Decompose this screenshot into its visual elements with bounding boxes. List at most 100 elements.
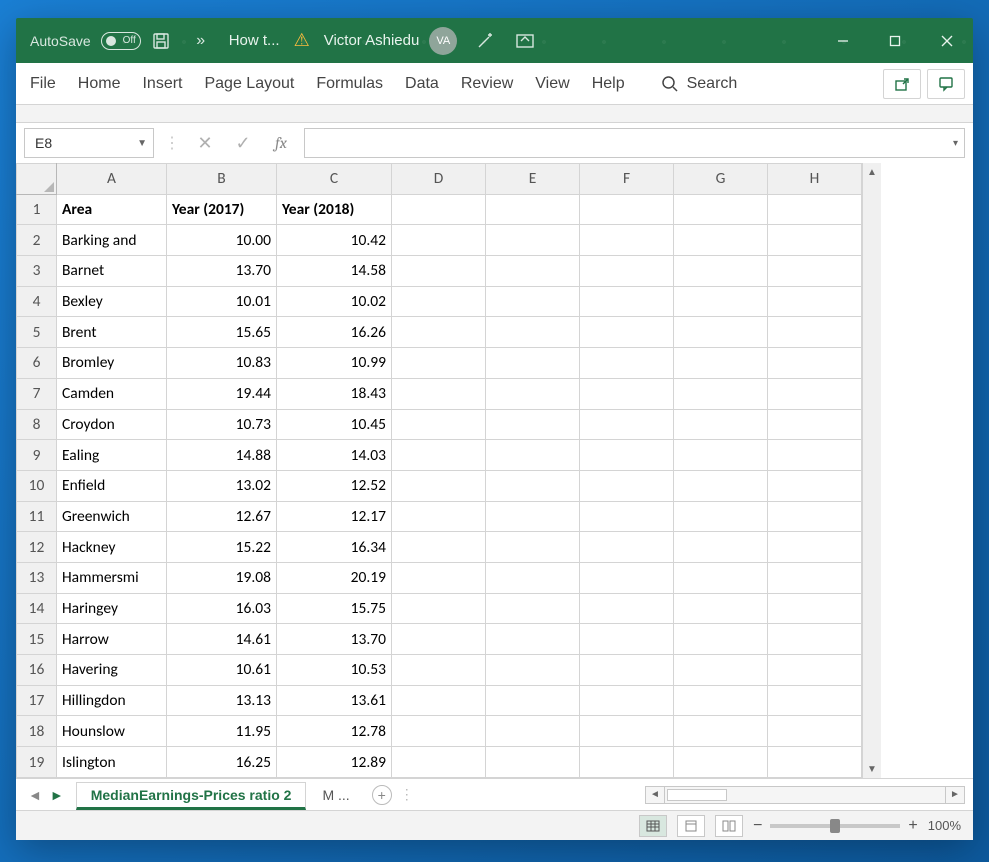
table-row[interactable]: 2Barking and10.0010.42	[17, 225, 862, 256]
sheet-tab-active[interactable]: MedianEarnings-Prices ratio 2	[76, 782, 307, 810]
table-row[interactable]: 16Havering10.6110.53	[17, 655, 862, 686]
row-header[interactable]: 16	[17, 655, 57, 686]
cell[interactable]: 10.99	[277, 348, 392, 379]
cell[interactable]: 10.01	[167, 286, 277, 317]
table-row[interactable]: 3Barnet13.7014.58	[17, 256, 862, 287]
fx-icon[interactable]: fx	[266, 134, 296, 152]
cell[interactable]: 16.03	[167, 593, 277, 624]
enter-formula-icon[interactable]: ✓	[228, 133, 258, 154]
cell[interactable]: 19.08	[167, 562, 277, 593]
scroll-down-icon[interactable]: ▼	[863, 760, 881, 778]
minimize-button[interactable]	[817, 18, 869, 63]
cell[interactable]: 18.43	[277, 378, 392, 409]
cell[interactable]: 10.00	[167, 225, 277, 256]
table-row[interactable]: 5Brent15.6516.26	[17, 317, 862, 348]
tab-review[interactable]: Review	[461, 75, 513, 93]
cell[interactable]: 10.61	[167, 655, 277, 686]
cell[interactable]: 12.89	[277, 747, 392, 778]
cell[interactable]: 14.03	[277, 440, 392, 471]
row-header[interactable]: 6	[17, 348, 57, 379]
col-header[interactable]: H	[768, 164, 862, 195]
tell-me-search[interactable]: Search	[661, 75, 738, 93]
sheet-tab-inactive[interactable]: M ...	[310, 783, 361, 807]
cell[interactable]: 10.83	[167, 348, 277, 379]
tab-view[interactable]: View	[535, 75, 569, 93]
row-header[interactable]: 7	[17, 378, 57, 409]
spreadsheet-grid[interactable]: A B C D E F G H 1 Area Year (2017) Year …	[16, 163, 862, 778]
user-account[interactable]: Victor Ashiedu VA	[324, 27, 458, 55]
cell[interactable]: 15.65	[167, 317, 277, 348]
row-header[interactable]: 4	[17, 286, 57, 317]
warning-icon[interactable]: ⚠	[294, 30, 310, 51]
zoom-level[interactable]: 100%	[928, 818, 961, 833]
cell[interactable]: 13.70	[167, 256, 277, 287]
col-header[interactable]: F	[580, 164, 674, 195]
scroll-thumb[interactable]	[667, 789, 727, 801]
cell[interactable]: 12.52	[277, 470, 392, 501]
more-quickaccess-icon[interactable]: »	[186, 18, 216, 63]
row-header[interactable]: 1	[17, 194, 57, 225]
horizontal-scrollbar[interactable]: ◄ ►	[645, 786, 965, 804]
cell[interactable]: Bromley	[57, 348, 167, 379]
scroll-up-icon[interactable]: ▲	[863, 163, 881, 181]
cell[interactable]: 15.22	[167, 532, 277, 563]
cell[interactable]: Enfield	[57, 470, 167, 501]
table-row[interactable]: 14Haringey16.0315.75	[17, 593, 862, 624]
cell[interactable]: Croydon	[57, 409, 167, 440]
cell[interactable]: Havering	[57, 655, 167, 686]
table-row[interactable]: 12Hackney15.2216.34	[17, 532, 862, 563]
row-header[interactable]: 15	[17, 624, 57, 655]
zoom-out-icon[interactable]: −	[753, 817, 762, 835]
row-header[interactable]: 19	[17, 747, 57, 778]
cell[interactable]: 13.13	[167, 685, 277, 716]
expand-formula-icon[interactable]: ▾	[953, 138, 958, 149]
col-header[interactable]: G	[674, 164, 768, 195]
table-row[interactable]: 6Bromley10.8310.99	[17, 348, 862, 379]
cell[interactable]: Ealing	[57, 440, 167, 471]
table-row[interactable]: 8Croydon10.7310.45	[17, 409, 862, 440]
cell[interactable]: 13.61	[277, 685, 392, 716]
row-header[interactable]: 18	[17, 716, 57, 747]
cell[interactable]: Hillingdon	[57, 685, 167, 716]
col-header[interactable]: A	[57, 164, 167, 195]
cell[interactable]: Barking and	[57, 225, 167, 256]
table-row[interactable]: 15Harrow14.6113.70	[17, 624, 862, 655]
page-break-view-button[interactable]	[715, 815, 743, 837]
row-header[interactable]: 10	[17, 470, 57, 501]
cell[interactable]: 10.73	[167, 409, 277, 440]
cell[interactable]: Brent	[57, 317, 167, 348]
cell[interactable]: Year (2018)	[277, 194, 392, 225]
cancel-formula-icon[interactable]: ✕	[190, 133, 220, 154]
close-button[interactable]	[921, 18, 973, 63]
row-header[interactable]: 5	[17, 317, 57, 348]
cell[interactable]: 13.02	[167, 470, 277, 501]
cell[interactable]: 10.53	[277, 655, 392, 686]
tab-home[interactable]: Home	[78, 75, 121, 93]
table-row[interactable]: 11Greenwich12.6712.17	[17, 501, 862, 532]
cell[interactable]: Islington	[57, 747, 167, 778]
cell[interactable]: Haringey	[57, 593, 167, 624]
scroll-left-icon[interactable]: ◄	[645, 786, 665, 804]
cell[interactable]: 12.17	[277, 501, 392, 532]
row-header[interactable]: 9	[17, 440, 57, 471]
row-header[interactable]: 12	[17, 532, 57, 563]
cell[interactable]: Barnet	[57, 256, 167, 287]
magic-icon[interactable]	[470, 18, 500, 63]
cell[interactable]: 14.88	[167, 440, 277, 471]
table-row[interactable]: 13Hammersmi19.0820.19	[17, 562, 862, 593]
table-row[interactable]: 7Camden19.4418.43	[17, 378, 862, 409]
table-row[interactable]: 10Enfield13.0212.52	[17, 470, 862, 501]
tab-prev-icon[interactable]: ◄	[28, 787, 42, 803]
autosave-toggle[interactable]: AutoSave Off	[30, 32, 141, 50]
maximize-button[interactable]	[869, 18, 921, 63]
cell[interactable]: 10.45	[277, 409, 392, 440]
cell[interactable]: Hammersmi	[57, 562, 167, 593]
tab-data[interactable]: Data	[405, 75, 439, 93]
table-row[interactable]: 1 Area Year (2017) Year (2018)	[17, 194, 862, 225]
ribbon-display-icon[interactable]	[510, 18, 540, 63]
col-header[interactable]: D	[392, 164, 486, 195]
col-header[interactable]: E	[486, 164, 580, 195]
tab-pagelayout[interactable]: Page Layout	[204, 75, 294, 93]
cell[interactable]: 19.44	[167, 378, 277, 409]
new-sheet-button[interactable]: +	[372, 785, 392, 805]
